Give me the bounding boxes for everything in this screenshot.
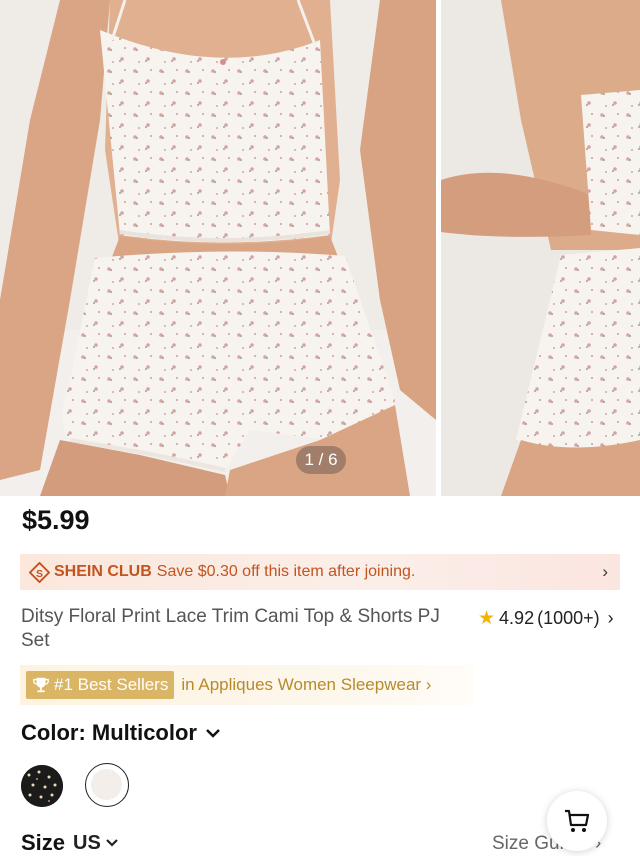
size-unit-dropdown[interactable]: US [73,832,119,855]
product-image-main[interactable] [0,0,436,496]
best-sellers-category-label: in Appliques Women Sleepwear [181,675,422,694]
size-unit-value: US [73,831,101,854]
shein-club-banner[interactable]: S SHEIN CLUB Save $0.30 off this item af… [20,554,620,590]
chevron-right-icon: › [602,562,608,581]
product-rating[interactable]: ★ 4.92 (1000+) › [478,607,614,630]
club-offer-text: Save $0.30 off this item after joining. [156,563,416,580]
club-brand-label: SHEIN CLUB [54,563,152,580]
star-icon: ★ [478,608,496,629]
chevron-down-icon [106,839,118,847]
color-label: Color: Multicolor [21,720,197,745]
color-selector[interactable]: Color: Multicolor [21,720,221,746]
image-counter: 1 / 6 [296,446,346,474]
cart-icon [565,809,590,832]
color-swatch-black-floral[interactable] [21,765,63,807]
shein-club-logo-icon: S [29,561,50,583]
rating-value: 4.92 [499,608,535,628]
chevron-down-icon [206,729,220,738]
svg-text:S: S [36,567,43,579]
product-image-secondary[interactable] [441,0,640,496]
product-price: $5.99 [22,505,90,535]
best-sellers-badge: #1 Best Sellers [26,671,175,699]
cart-button[interactable] [547,791,607,851]
color-swatch-white-floral[interactable] [85,763,129,807]
best-sellers-badge-label: #1 Best Sellers [54,675,169,694]
size-selector[interactable]: Size US [21,830,119,856]
size-label: Size [21,830,66,855]
swatch-white-fill [91,769,122,800]
product-title: Ditsy Floral Print Lace Trim Cami Top & … [21,606,440,651]
best-sellers-banner[interactable]: #1 Best Sellers in Appliques Women Sleep… [20,665,474,705]
chevron-right-icon: › [607,608,614,628]
trophy-icon [33,677,49,693]
rating-count: (1000+) [537,608,600,628]
product-image-gallery[interactable]: 1 / 6 [0,0,640,496]
best-sellers-category: in Appliques Women Sleepwear › [181,675,432,694]
